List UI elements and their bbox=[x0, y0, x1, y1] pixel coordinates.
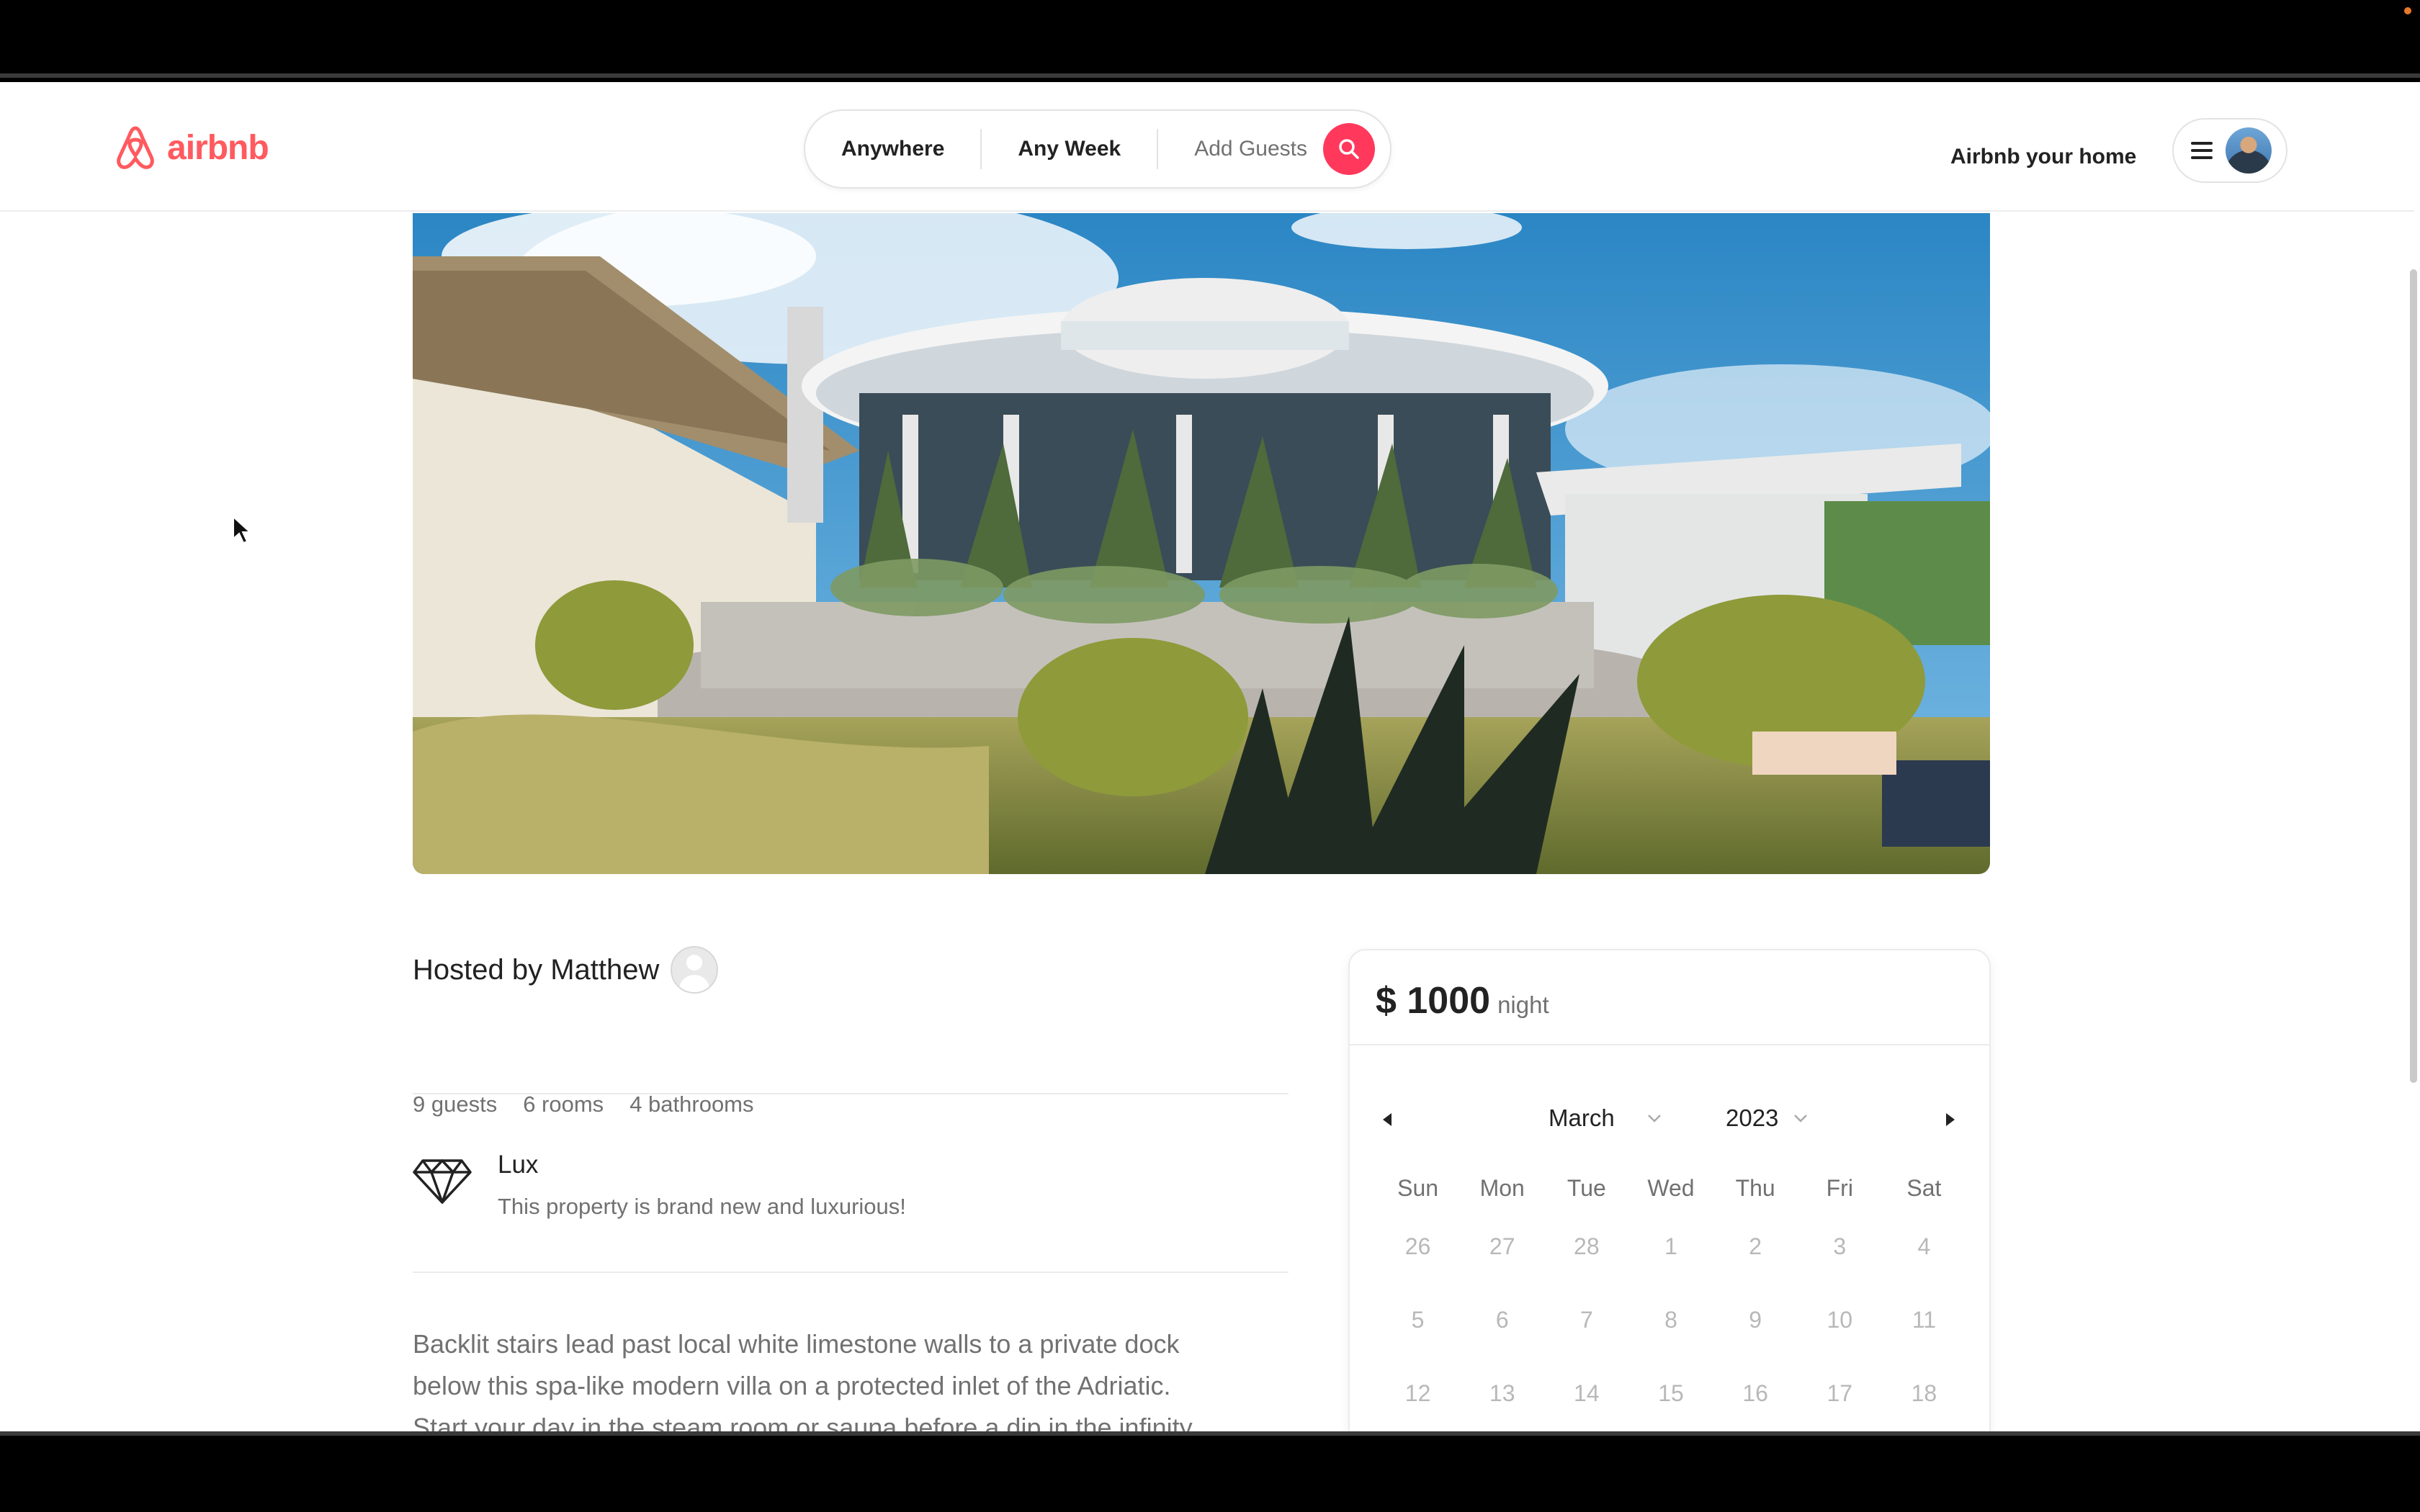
month-value: March bbox=[1549, 1104, 1615, 1131]
calendar-day[interactable]: 14 bbox=[1544, 1356, 1628, 1430]
calendar-day[interactable]: 6 bbox=[1460, 1283, 1544, 1356]
chevron-down-icon bbox=[1793, 1113, 1809, 1123]
airbnb-logo[interactable]: airbnb bbox=[112, 122, 269, 173]
airbnb-logo-icon bbox=[112, 122, 158, 173]
calendar-day[interactable]: 3 bbox=[1798, 1210, 1882, 1283]
card-divider bbox=[1350, 1044, 1989, 1045]
top-bar-strip bbox=[0, 73, 2420, 78]
calendar-day[interactable]: 1 bbox=[1628, 1210, 1713, 1283]
calendar-day[interactable]: 12 bbox=[1376, 1356, 1460, 1430]
weekday-label: Wed bbox=[1647, 1175, 1695, 1201]
price-unit: night bbox=[1497, 991, 1549, 1018]
weekday-label: Sun bbox=[1397, 1175, 1439, 1201]
calendar-day[interactable]: 9 bbox=[1713, 1283, 1798, 1356]
calendar-day[interactable]: 18 bbox=[1882, 1356, 1966, 1430]
calendar-day[interactable]: 11 bbox=[1882, 1283, 1966, 1356]
nightly-price: $ 1000 night bbox=[1376, 979, 1549, 1022]
year-select[interactable]: 2023 bbox=[1726, 1104, 1809, 1132]
calendar-day[interactable]: 2 bbox=[1713, 1210, 1798, 1283]
user-avatar bbox=[2226, 127, 2272, 174]
next-month-icon[interactable] bbox=[1946, 1113, 1955, 1126]
weekday-label: Mon bbox=[1479, 1175, 1525, 1201]
description-line: below this spa-like modern villa on a pr… bbox=[413, 1371, 1171, 1400]
browser-viewport: airbnb Anywhere Any Week Add Guests Airb… bbox=[0, 82, 2420, 1431]
diamond-icon bbox=[413, 1148, 472, 1220]
calendar-day[interactable]: 26 bbox=[1376, 1210, 1460, 1283]
calendar-day[interactable]: 27 bbox=[1460, 1210, 1544, 1283]
weekday-label: Tue bbox=[1567, 1175, 1606, 1201]
search-icon bbox=[1339, 139, 1359, 159]
calendar-day[interactable]: 5 bbox=[1376, 1283, 1460, 1356]
bottom-bar-strip bbox=[0, 1431, 2420, 1436]
year-value: 2023 bbox=[1726, 1104, 1779, 1131]
calendar-day[interactable]: 4 bbox=[1882, 1210, 1966, 1283]
search-bar[interactable]: Anywhere Any Week Add Guests bbox=[804, 109, 1392, 189]
previous-month-icon[interactable] bbox=[1383, 1113, 1392, 1126]
calendar-day[interactable]: 28 bbox=[1544, 1210, 1628, 1283]
calendar-grid: Sun Mon Tue Wed Thu Fri Sat 26 27 28 1 2… bbox=[1376, 1166, 1966, 1430]
section-divider bbox=[413, 1272, 1289, 1273]
description-line: Start your day in the steam room or saun… bbox=[413, 1413, 1193, 1431]
recording-indicator bbox=[2404, 7, 2411, 14]
price-value: $ 1000 bbox=[1376, 979, 1490, 1022]
search-guests[interactable]: Add Guests bbox=[1158, 129, 1323, 169]
listing-description: Backlit stairs lead past local white lim… bbox=[413, 1323, 1289, 1431]
search-dates[interactable]: Any Week bbox=[982, 129, 1159, 169]
feature-description: This property is brand new and luxurious… bbox=[498, 1194, 906, 1219]
calendar-navigation: March 2023 bbox=[1350, 1104, 1989, 1140]
month-select[interactable]: March bbox=[1549, 1104, 1662, 1132]
weekday-label: Sat bbox=[1906, 1175, 1942, 1201]
chevron-down-icon bbox=[1646, 1113, 1662, 1123]
description-line: Backlit stairs lead past local white lim… bbox=[413, 1329, 1180, 1359]
airbnb-your-home-link[interactable]: Airbnb your home bbox=[1950, 128, 2136, 186]
calendar-day[interactable]: 17 bbox=[1798, 1356, 1882, 1430]
mouse-cursor-icon bbox=[233, 516, 252, 544]
feature-text: Lux This property is brand new and luxur… bbox=[498, 1148, 906, 1220]
calendar-day[interactable]: 10 bbox=[1798, 1283, 1882, 1356]
price-currency: $ bbox=[1376, 980, 1397, 1022]
rooms-count: 6 rooms bbox=[523, 1092, 604, 1117]
calendar-day[interactable]: 8 bbox=[1628, 1283, 1713, 1356]
calendar-day[interactable]: 7 bbox=[1544, 1283, 1628, 1356]
user-menu-button[interactable] bbox=[2172, 118, 2287, 183]
calendar-day[interactable]: 16 bbox=[1713, 1356, 1798, 1430]
page-scrollbar[interactable] bbox=[2410, 269, 2417, 1083]
host-info: Hosted by Matthew bbox=[413, 946, 719, 994]
host-avatar[interactable] bbox=[671, 946, 719, 994]
weekday-label: Thu bbox=[1735, 1175, 1775, 1201]
calendar-day[interactable]: 13 bbox=[1460, 1356, 1544, 1430]
hosted-by-title: Hosted by Matthew bbox=[413, 953, 660, 986]
hamburger-icon bbox=[2191, 142, 2213, 159]
guests-count: 9 guests bbox=[413, 1092, 498, 1117]
listing-feature: Lux This property is brand new and luxur… bbox=[413, 1148, 906, 1220]
listing-stats: 9 guests 6 rooms 4 bathrooms bbox=[413, 1092, 754, 1117]
screen-bottom-bar bbox=[0, 1431, 2420, 1512]
weekday-label: Fri bbox=[1826, 1175, 1853, 1201]
calendar-day[interactable]: 15 bbox=[1628, 1356, 1713, 1430]
booking-card: $ 1000 night March 2023 Sun Mon Tue Wed … bbox=[1348, 949, 1991, 1431]
search-location[interactable]: Anywhere bbox=[805, 129, 982, 169]
site-header: airbnb Anywhere Any Week Add Guests Airb… bbox=[0, 82, 2414, 212]
screen-top-bar bbox=[0, 0, 2420, 78]
section-divider bbox=[413, 1093, 1289, 1094]
price-amount: 1000 bbox=[1407, 980, 1491, 1022]
bathrooms-count: 4 bathrooms bbox=[629, 1092, 754, 1117]
listing-hero-image[interactable] bbox=[413, 213, 1990, 874]
search-button[interactable] bbox=[1323, 123, 1375, 175]
logo-wordmark: airbnb bbox=[167, 128, 269, 167]
feature-title: Lux bbox=[498, 1151, 539, 1179]
